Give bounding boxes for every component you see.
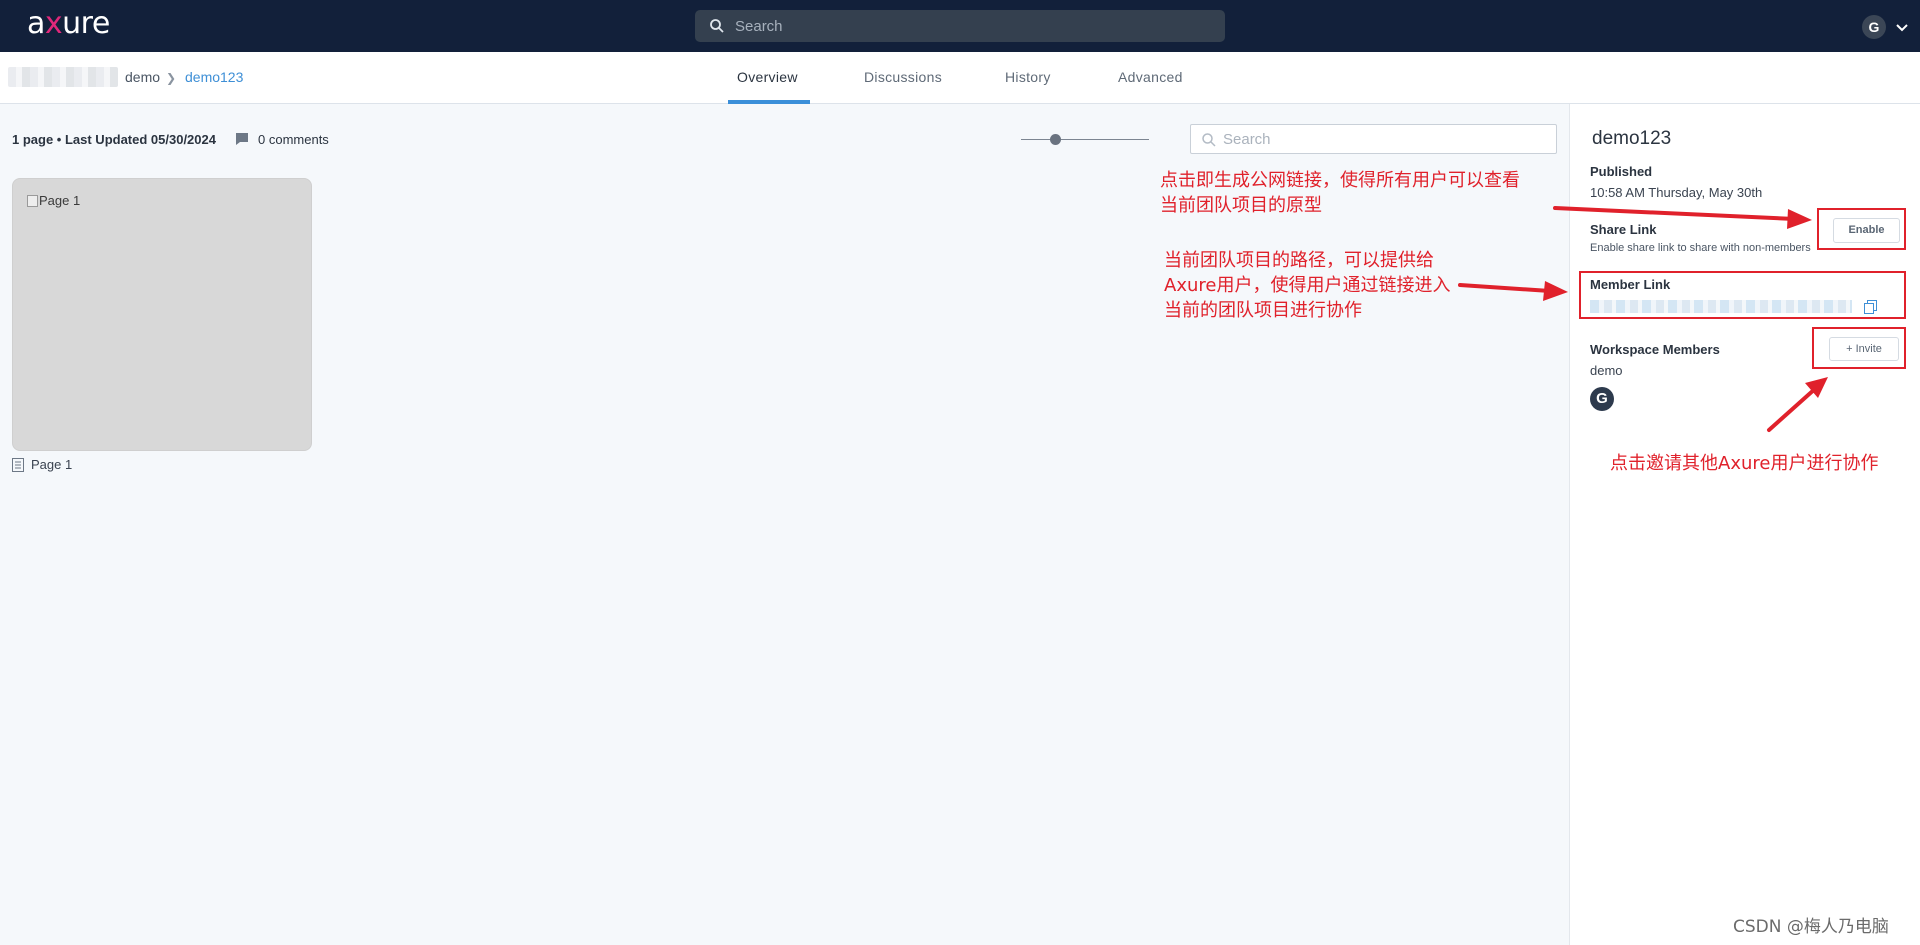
axure-logo[interactable]: axure	[27, 9, 110, 39]
annotation-arrowhead-member	[1543, 281, 1568, 301]
annotation-share-note: 点击即生成公网链接，使得所有用户可以查看 当前团队项目的原型	[1160, 168, 1520, 218]
comment-icon	[236, 133, 248, 145]
zoom-slider-track[interactable]	[1021, 139, 1149, 140]
user-avatar[interactable]: G	[1862, 15, 1886, 39]
active-tab-indicator	[728, 100, 810, 104]
comments-count[interactable]: 0 comments	[258, 132, 329, 147]
page-search	[1190, 124, 1557, 154]
annotation-member-line3: 当前的团队项目进行协作	[1164, 300, 1362, 321]
chevron-down-icon[interactable]	[1894, 19, 1910, 35]
logo-prefix: a	[27, 6, 45, 41]
breadcrumb-current[interactable]: demo123	[185, 69, 243, 85]
annotation-invite-note: 点击邀请其他Axure用户进行协作	[1610, 453, 1879, 474]
global-search-input[interactable]	[735, 10, 1215, 42]
tab-discussions[interactable]: Discussions	[864, 69, 942, 85]
share-link-label: Share Link	[1590, 222, 1657, 237]
search-icon	[1202, 133, 1216, 147]
page-search-input[interactable]	[1223, 125, 1543, 153]
member-avatar[interactable]: G	[1590, 387, 1614, 411]
published-time: 10:58 AM Thursday, May 30th	[1590, 185, 1763, 200]
tab-advanced[interactable]: Advanced	[1118, 69, 1183, 85]
page-icon	[12, 458, 24, 472]
page-thumbnail-image: Page 1	[27, 193, 80, 208]
published-label: Published	[1590, 164, 1653, 179]
zoom-slider-thumb[interactable]	[1050, 134, 1062, 145]
watermark: CSDN @梅人乃电脑	[1733, 917, 1889, 937]
page-label[interactable]: Page 1	[31, 457, 72, 472]
search-icon	[710, 19, 724, 33]
broken-image-icon	[27, 195, 38, 207]
page-thumbnail-alt: Page 1	[39, 193, 81, 208]
annotation-member-line1: 当前团队项目的路径，可以提供给	[1164, 250, 1434, 271]
chevron-right-icon: ❯	[166, 71, 177, 85]
annotation-box-invite	[1812, 327, 1906, 369]
tab-overview[interactable]: Overview	[737, 69, 798, 85]
tab-history[interactable]: History	[1005, 69, 1051, 85]
annotation-arrow-member	[1458, 283, 1552, 293]
annotation-box-enable	[1817, 208, 1906, 250]
annotation-share-line2: 当前团队项目的原型	[1160, 195, 1322, 216]
logo-suffix: ure	[62, 6, 110, 41]
annotation-member-line2: Axure用户，使得用户通过链接进入	[1164, 275, 1451, 296]
pages-summary: 1 page • Last Updated 05/30/2024	[12, 132, 216, 147]
global-search	[695, 10, 1225, 42]
project-nav: demo ❯ demo123 Overview Discussions Hist…	[0, 52, 1920, 104]
redacted-workspace	[8, 67, 118, 87]
workspace-name: demo	[1590, 363, 1623, 378]
page-thumbnail[interactable]: Page 1	[12, 178, 312, 451]
share-link-description: Enable share link to share with non-memb…	[1590, 242, 1811, 254]
logo-x: x	[44, 6, 63, 41]
annotation-box-member-link	[1579, 271, 1906, 319]
annotation-share-line1: 点击即生成公网链接，使得所有用户可以查看	[1160, 170, 1520, 191]
project-title: demo123	[1592, 128, 1672, 149]
breadcrumb-root[interactable]: demo	[125, 69, 160, 85]
workspace-members-label: Workspace Members	[1590, 342, 1720, 357]
top-bar: axure G	[0, 0, 1920, 52]
annotation-member-note: 当前团队项目的路径，可以提供给 Axure用户，使得用户通过链接进入 当前的团队…	[1164, 248, 1450, 323]
